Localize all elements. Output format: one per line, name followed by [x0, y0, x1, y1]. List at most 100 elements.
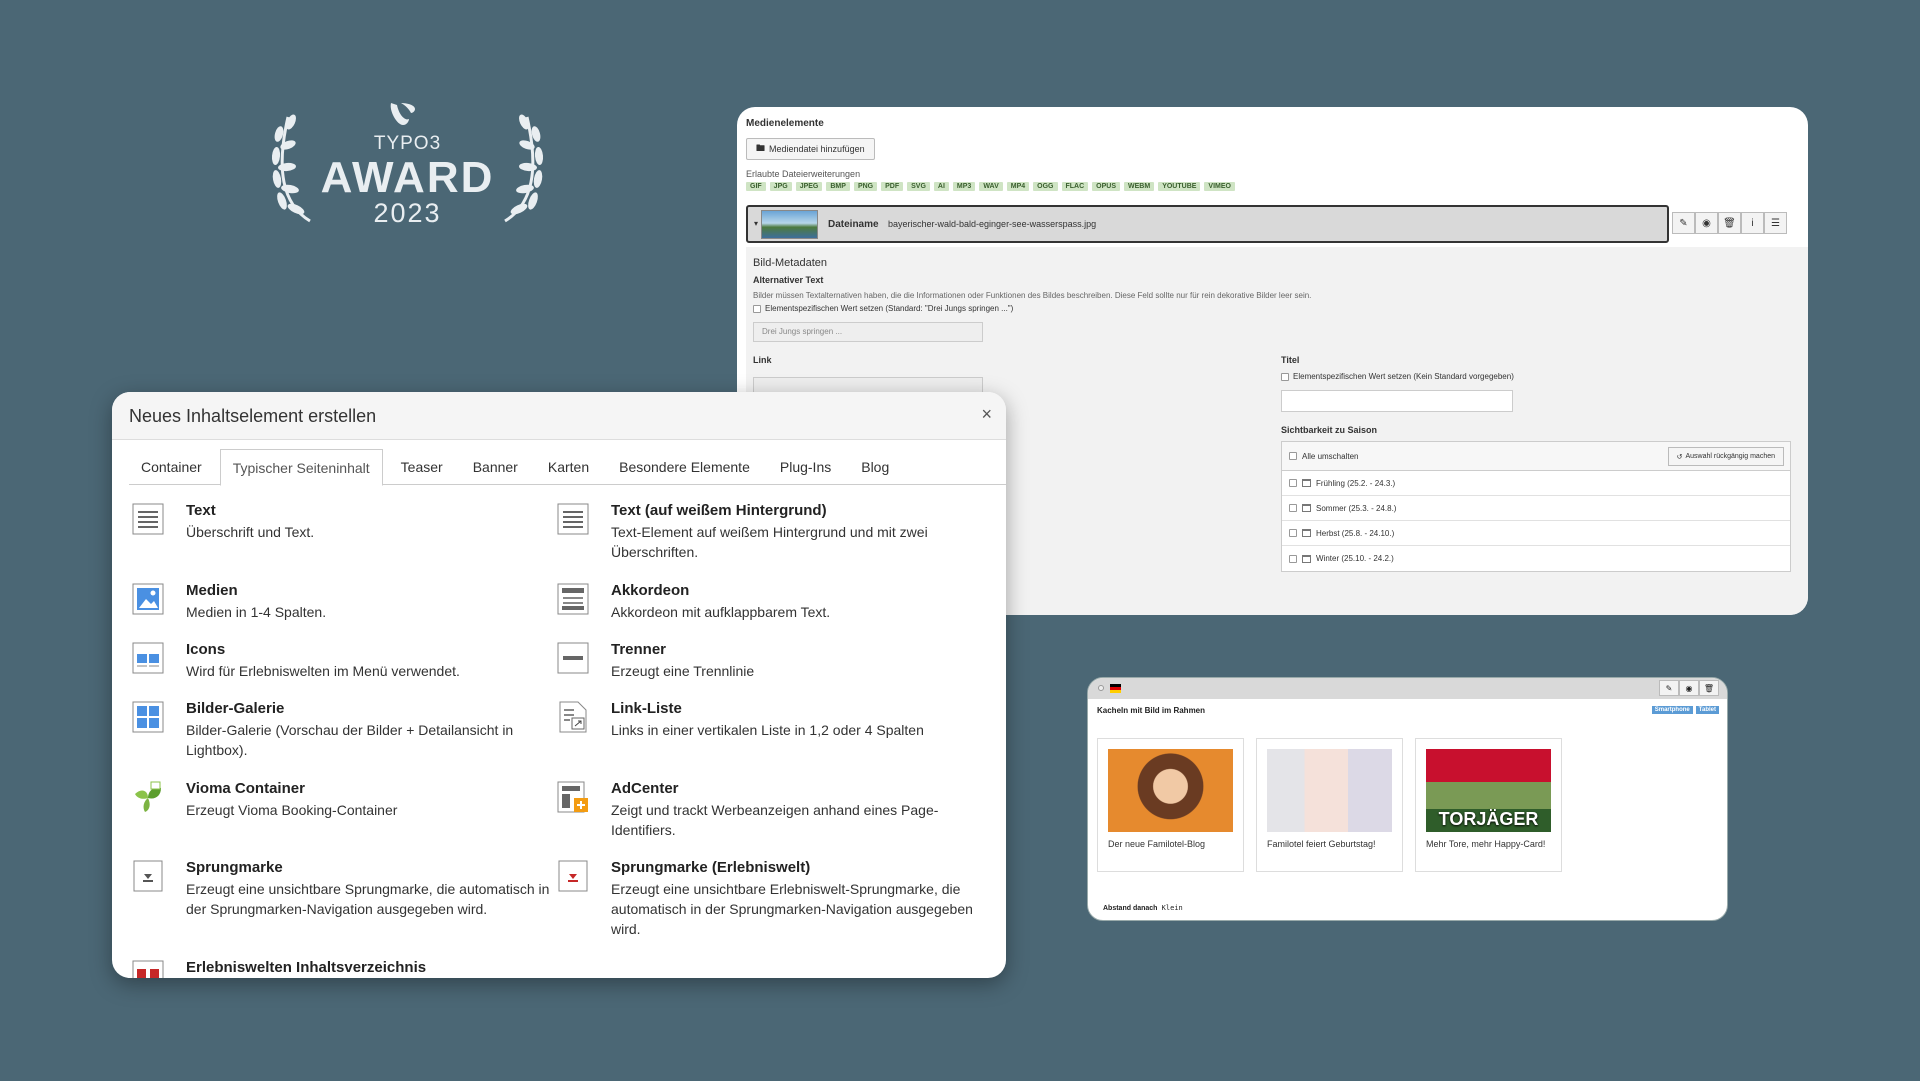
- edit-icon[interactable]: ✎: [1659, 680, 1679, 696]
- section-title: Medienelemente: [746, 118, 824, 129]
- image-icon: [132, 583, 164, 615]
- extension-badge: JPG: [769, 182, 792, 191]
- season-row[interactable]: Winter (25.10. - 24.2.): [1282, 546, 1790, 571]
- new-content-element-dialog: Neues Inhaltselement erstellen × Contain…: [112, 392, 1006, 978]
- tiles-title: Kacheln mit Bild im Rahmen: [1097, 706, 1206, 715]
- device-badge: Smartphone: [1651, 706, 1693, 714]
- german-flag-icon: [1110, 684, 1121, 693]
- element-description: Zeigt und trackt Werbeanzeigen anhand ei…: [611, 802, 939, 838]
- element-description: Medien in 1-4 Spalten.: [186, 604, 327, 620]
- tab-special-elements[interactable]: Besondere Elemente: [607, 449, 762, 485]
- alt-override-checkbox[interactable]: [753, 304, 761, 313]
- divider-icon: [557, 642, 589, 674]
- season-checkbox[interactable]: [1289, 479, 1297, 487]
- dialog-title: Neues Inhaltselement erstellen: [129, 406, 377, 426]
- visibility-icon[interactable]: ◉: [1695, 212, 1718, 234]
- tab-cards[interactable]: Karten: [536, 449, 601, 485]
- extension-badge: AI: [933, 182, 949, 191]
- adcenter-icon: [557, 781, 588, 813]
- tab-typical-content[interactable]: Typischer Seiteninhalt: [219, 449, 383, 486]
- tab-blog[interactable]: Blog: [849, 449, 901, 485]
- season-visibility-label: Sichtbarkeit zu Saison: [1281, 425, 1378, 435]
- anchor-icon: [133, 860, 163, 892]
- extension-badge: OGG: [1033, 182, 1058, 191]
- element-name: Trenner: [611, 641, 667, 658]
- typo3-logo-icon: [390, 103, 415, 125]
- alt-override-label: Elementspezifischen Wert setzen (Standar…: [765, 304, 1014, 313]
- filename-value: bayerischer-wald-bald-eginger-see-wasser…: [888, 219, 1097, 229]
- device-badges: Smartphone Tablet: [1651, 706, 1719, 714]
- delete-icon[interactable]: 🗑: [1699, 680, 1719, 696]
- allowed-extensions-label: Erlaubte Dateierweiterungen: [746, 169, 861, 179]
- season-checkbox[interactable]: [1289, 529, 1297, 537]
- season-label: Herbst (25.8. - 24.10.): [1316, 528, 1395, 538]
- title-override-checkbox[interactable]: [1281, 372, 1289, 381]
- award-brand: TYPO3: [373, 133, 442, 154]
- toggle-all-label: Alle umschalten: [1302, 451, 1359, 461]
- tile-card[interactable]: Der neue Familotel-Blog: [1097, 738, 1244, 872]
- drag-handle-icon[interactable]: ☰: [1764, 212, 1787, 234]
- extension-badge: VIMEO: [1204, 182, 1235, 191]
- reset-selection-label: Auswahl rückgängig machen: [1685, 453, 1776, 460]
- element-name: Text: [186, 502, 216, 519]
- gallery-icon: [132, 701, 164, 733]
- info-icon[interactable]: i: [1741, 212, 1764, 234]
- text-icon: [132, 503, 164, 535]
- toggle-all-checkbox[interactable]: [1289, 452, 1297, 460]
- file-actions: ✎ ◉ 🗑 i ☰: [1672, 212, 1787, 234]
- element-name: AdCenter: [611, 780, 679, 797]
- calendar-icon: [1302, 529, 1311, 537]
- extension-badge: MP4: [1006, 182, 1030, 191]
- element-description: Erzeugt Vioma Booking-Container: [186, 802, 398, 818]
- element-category-tabs: Container Typischer Seiteninhalt Teaser …: [129, 449, 1006, 486]
- icons-icon: [132, 642, 164, 674]
- title-override[interactable]: Elementspezifischen Wert setzen (Kein St…: [1281, 372, 1514, 381]
- alt-text-input[interactable]: Drei Jungs springen ...: [753, 322, 983, 342]
- season-row[interactable]: Sommer (25.3. - 24.8.): [1282, 496, 1790, 521]
- title-override-label: Elementspezifischen Wert setzen (Kein St…: [1293, 372, 1514, 381]
- extension-badge: PNG: [853, 182, 878, 191]
- element-name: Bilder-Galerie: [186, 700, 285, 717]
- calendar-icon: [1302, 479, 1311, 487]
- tile-card[interactable]: Familotel feiert Geburtstag!: [1256, 738, 1403, 872]
- alt-text-title: Alternativer Text: [753, 275, 824, 285]
- tab-teaser[interactable]: Teaser: [389, 449, 455, 485]
- file-reference-row[interactable]: ▾ Dateiname bayerischer-wald-bald-eginge…: [746, 205, 1669, 243]
- element-name: Text (auf weißem Hintergrund): [611, 502, 827, 519]
- visibility-icon[interactable]: ◉: [1679, 680, 1699, 696]
- spacing-label: Abstand danach: [1103, 905, 1158, 912]
- title-input[interactable]: [1281, 390, 1513, 412]
- element-name: Sprungmarke (Erlebniswelt): [611, 859, 811, 876]
- element-description: Bilder-Galerie (Vorschau der Bilder + De…: [186, 722, 514, 758]
- element-name: Icons: [186, 641, 226, 658]
- season-checkbox[interactable]: [1289, 504, 1297, 512]
- tile-image: [1267, 749, 1392, 832]
- season-row[interactable]: Frühling (25.2. - 24.3.): [1282, 471, 1790, 496]
- delete-icon[interactable]: 🗑: [1718, 212, 1741, 234]
- link-label: Link: [753, 355, 772, 365]
- element-name: Vioma Container: [186, 780, 305, 797]
- reset-selection-button[interactable]: ↺ Auswahl rückgängig machen: [1667, 447, 1784, 466]
- tile-card[interactable]: TORJÄGER Mehr Tore, mehr Happy-Card!: [1415, 738, 1562, 872]
- alt-text-override[interactable]: Elementspezifischen Wert setzen (Standar…: [753, 304, 1013, 313]
- tiles-toolbar: ✎ ◉ 🗑: [1088, 678, 1727, 699]
- award-title: AWARD: [320, 153, 495, 202]
- text-icon: [557, 503, 589, 535]
- tab-container[interactable]: Container: [129, 449, 214, 485]
- edit-icon[interactable]: ✎: [1672, 212, 1695, 234]
- element-name: Link-Liste: [611, 700, 682, 717]
- season-checkbox[interactable]: [1289, 554, 1297, 563]
- element-description: Text-Element auf weißem Hintergrund und …: [611, 524, 928, 560]
- add-media-button[interactable]: 🖿 Mediendatei hinzufügen: [746, 138, 875, 160]
- tab-plugins[interactable]: Plug-Ins: [768, 449, 843, 485]
- extension-badge: WEBM: [1124, 182, 1155, 191]
- extension-badge: GIF: [746, 182, 766, 191]
- close-icon[interactable]: ×: [981, 404, 992, 425]
- tab-banner[interactable]: Banner: [461, 449, 530, 485]
- collapse-caret-icon[interactable]: ▾: [754, 219, 758, 228]
- calendar-icon: [1302, 504, 1311, 512]
- tiles-actions: ✎ ◉ 🗑: [1659, 680, 1719, 696]
- device-badge: Tablet: [1695, 706, 1719, 714]
- season-row[interactable]: Herbst (25.8. - 24.10.): [1282, 521, 1790, 546]
- extension-badge: SVG: [907, 182, 930, 191]
